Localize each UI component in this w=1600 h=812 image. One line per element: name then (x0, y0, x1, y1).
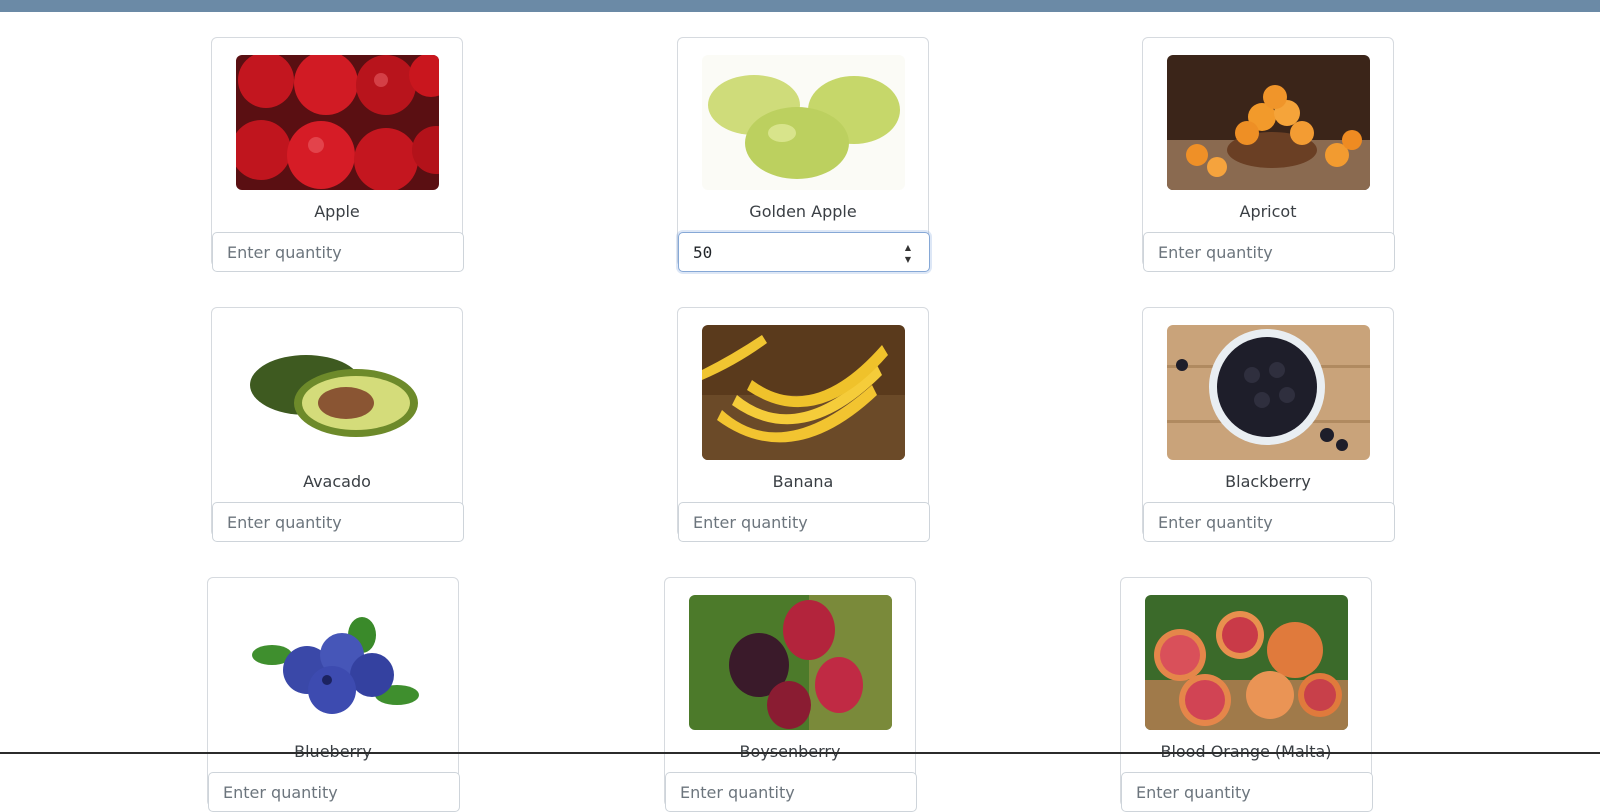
quantity-input[interactable] (212, 232, 464, 272)
product-name: Apricot (1239, 202, 1297, 221)
product-name: Avacado (303, 472, 371, 491)
quantity-input[interactable] (1121, 772, 1373, 812)
quantity-stepper[interactable]: ▲ ▼ (902, 244, 914, 264)
banana-image (702, 325, 905, 460)
blackberry-image (1167, 325, 1370, 460)
apple-image (236, 55, 439, 190)
quantity-input[interactable] (208, 772, 460, 812)
product-card-avacado: Avacado (211, 307, 464, 542)
top-bar (0, 0, 1600, 12)
product-card-blood-orange: Blood Orange (Malta) (1120, 577, 1373, 812)
product-name: Golden Apple (749, 202, 857, 221)
quantity-input[interactable] (678, 232, 930, 272)
chevron-up-icon[interactable]: ▲ (905, 244, 911, 252)
product-card-apricot: Apricot (1142, 37, 1395, 272)
product-name: Banana (772, 472, 834, 491)
blueberry-image (232, 595, 435, 730)
apricot-image (1167, 55, 1370, 190)
quantity-input[interactable] (1143, 232, 1395, 272)
quantity-input[interactable] (212, 502, 464, 542)
quantity-input[interactable] (1143, 502, 1395, 542)
blood-orange-image (1145, 595, 1348, 730)
product-card-banana: Banana (677, 307, 930, 542)
boysenberry-image (689, 595, 892, 730)
product-card-apple: Apple (211, 37, 464, 272)
product-name: Blackberry (1225, 472, 1311, 491)
avacado-image (236, 325, 439, 460)
product-name: Apple (314, 202, 360, 221)
golden-apple-image (702, 55, 905, 190)
product-card-blackberry: Blackberry (1142, 307, 1395, 542)
quantity-input[interactable] (665, 772, 917, 812)
product-card-blueberry: Blueberry (207, 577, 460, 812)
product-card-boysenberry: Boysenberry (664, 577, 917, 812)
chevron-down-icon[interactable]: ▼ (905, 256, 911, 264)
product-card-golden-apple: Golden Apple ▲ ▼ (677, 37, 930, 272)
quantity-input[interactable] (678, 502, 930, 542)
